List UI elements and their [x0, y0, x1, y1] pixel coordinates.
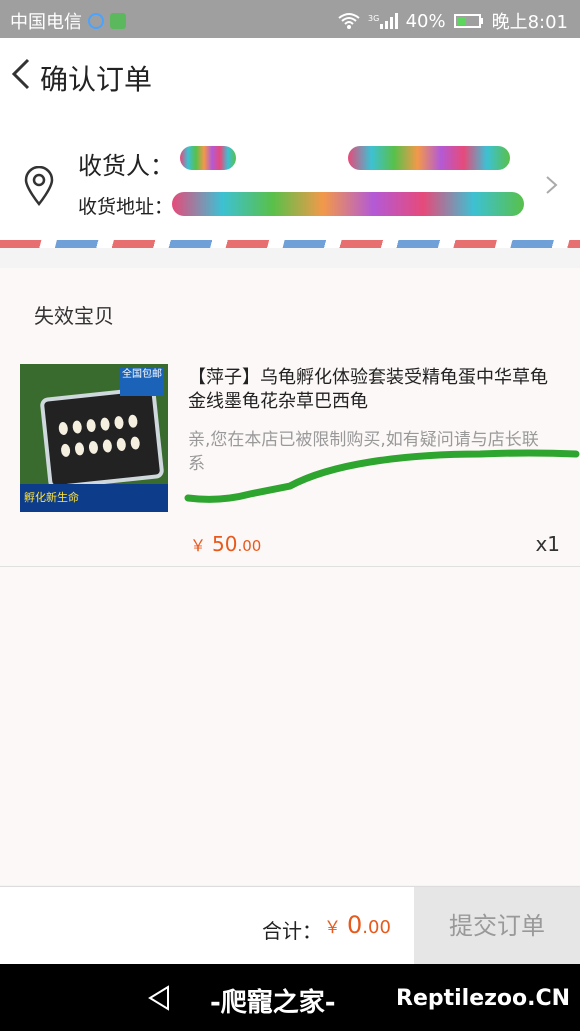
product-quantity: x1 [535, 532, 560, 556]
carrier-label: 中国电信 [10, 12, 82, 33]
price-integer: 50 [212, 532, 238, 556]
price-decimal: .00 [237, 537, 262, 555]
invalid-items-section: 失效宝贝 全国包邮 孵化新生命 【萍子】乌龟孵化体验套装受精龟蛋中华草龟金线墨龟… [0, 268, 580, 568]
image-badge: 全国包邮 [120, 368, 164, 396]
redacted-address [172, 192, 524, 216]
redacted-receiver-name [180, 146, 236, 170]
checkout-bar: 合计： ￥ 0.00 提交订单 [0, 886, 580, 965]
product-name[interactable]: 【萍子】乌龟孵化体验套装受精龟蛋中华草龟金线墨龟花杂草巴西龟 [188, 366, 560, 414]
watermark-en: Reptilezoo.CN [396, 986, 571, 1011]
address-divider-stripe [0, 240, 580, 248]
address-label: 收货地址： [78, 196, 174, 218]
status-bar: 中国电信 3G 40% 晚上8:01 [0, 0, 580, 38]
section-title: 失效宝贝 [34, 304, 114, 328]
address-card[interactable]: 收货人： 收货地址： [0, 116, 580, 248]
page-title: 确认订单 [40, 63, 153, 96]
nav-back-triangle-icon[interactable] [146, 984, 172, 1012]
price-currency: ￥ [190, 536, 207, 555]
signal-icon: 3G [368, 13, 398, 29]
battery-percent: 40% [405, 10, 446, 32]
svg-text:3G: 3G [368, 14, 379, 23]
header-bar: 确认订单 [0, 38, 580, 117]
location-pin-icon [24, 166, 54, 206]
receiver-label: 收货人： [78, 152, 174, 180]
image-banner: 孵化新生命 [20, 484, 168, 512]
battery-icon [453, 14, 483, 28]
total-decimal: .00 [362, 917, 391, 938]
back-arrow-icon[interactable] [8, 56, 34, 92]
total-integer: 0 [347, 911, 363, 939]
submit-order-button[interactable]: 提交订单 [414, 887, 580, 965]
total-label: 合计： [262, 919, 322, 943]
sync-icon [88, 13, 104, 29]
watermark-cn: -爬寵之家- [210, 988, 336, 1018]
notification-icon [110, 13, 126, 29]
wifi-icon [337, 13, 360, 29]
total-amount: ￥ 0.00 [324, 911, 391, 939]
total-currency: ￥ [324, 918, 341, 938]
chevron-right-icon [546, 176, 558, 194]
redacted-receiver-phone [348, 146, 510, 170]
product-image[interactable]: 全国包邮 孵化新生命 [20, 364, 168, 512]
clock: 晚上8:01 [491, 12, 568, 33]
annotation-scribble [184, 449, 580, 503]
system-nav-bar: -爬寵之家- Reptilezoo.CN [0, 964, 580, 1031]
egg-box [39, 386, 165, 490]
empty-area [0, 567, 580, 885]
product-price: ￥ 50.00 [190, 532, 261, 556]
